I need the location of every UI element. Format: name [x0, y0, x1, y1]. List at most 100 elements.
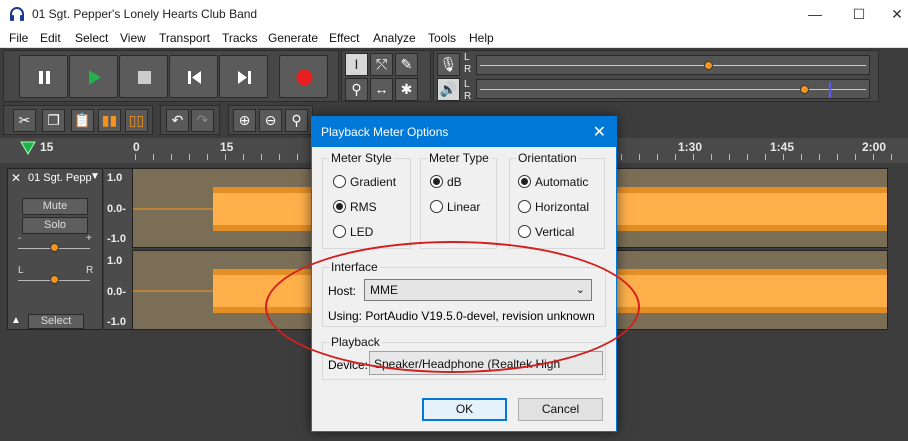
menu-tools[interactable]: Tools: [428, 31, 456, 45]
play-head-icon[interactable]: [20, 141, 36, 155]
menu-generate[interactable]: Generate: [268, 31, 318, 45]
playback-volume-slider[interactable]: [800, 85, 809, 94]
draw-tool[interactable]: ✎: [395, 53, 418, 76]
playback-meter-button[interactable]: 🔊: [437, 78, 460, 101]
host-select[interactable]: MME ⌄: [364, 279, 592, 301]
gain-slider-thumb[interactable]: [50, 243, 59, 252]
skip-to-end-button[interactable]: [219, 55, 268, 98]
trim-button[interactable]: ▮▮: [98, 109, 121, 132]
menu-edit[interactable]: Edit: [40, 31, 61, 45]
track-name-menu[interactable]: 01 Sgt. Pepp: [28, 172, 92, 184]
radio-gradient[interactable]: Gradient: [333, 175, 396, 189]
orientation-legend: Orientation: [518, 151, 577, 165]
track-close-button[interactable]: ✕: [11, 171, 21, 185]
scissors-icon: ✂: [18, 112, 31, 128]
radio-db[interactable]: dB: [430, 175, 462, 189]
stop-icon: [138, 71, 151, 84]
envelope-tool[interactable]: ⤲: [370, 53, 393, 76]
zoom-out-button[interactable]: ⊖: [259, 109, 282, 132]
pan-slider-thumb[interactable]: [50, 275, 59, 284]
play-meter-r: R: [464, 91, 472, 102]
menu-select[interactable]: Select: [75, 31, 108, 45]
record-volume-slider[interactable]: [704, 61, 713, 70]
track-control-panel: ✕ 01 Sgt. Pepp ▼ Mute Solo - + L R ▲ Sel…: [7, 168, 103, 330]
menu-file[interactable]: File: [9, 31, 28, 45]
meter-type-legend: Meter Type: [429, 151, 489, 165]
pause-button[interactable]: [19, 55, 68, 98]
radio-circle: [518, 225, 531, 238]
close-window-button[interactable]: ✕: [874, 0, 908, 29]
scale-label: -1.0: [107, 233, 126, 245]
select-track-button[interactable]: Select: [28, 314, 84, 329]
menu-tracks[interactable]: Tracks: [222, 31, 258, 45]
paste-button[interactable]: 📋: [71, 109, 94, 132]
zoom-tool[interactable]: ⚲: [345, 78, 368, 101]
copy-icon: ❐: [47, 112, 60, 128]
scale-label: 0.0-: [107, 286, 126, 298]
record-meter[interactable]: [476, 55, 870, 75]
trim-icon: ▮▮: [101, 112, 118, 128]
radio-circle: [333, 200, 346, 213]
radio-vertical[interactable]: Vertical: [518, 225, 574, 239]
i-beam-icon: I: [354, 56, 359, 72]
minimize-button[interactable]: —: [792, 0, 838, 29]
copy-button[interactable]: ❐: [42, 109, 65, 132]
host-value: MME: [370, 283, 398, 297]
selection-tool[interactable]: I: [345, 53, 368, 76]
menu-analyze[interactable]: Analyze: [373, 31, 416, 45]
menu-effect[interactable]: Effect: [329, 31, 359, 45]
redo-button[interactable]: ↷: [191, 109, 214, 132]
vertical-ruler: 1.0 0.0- -1.0 1.0 0.0- -1.0: [104, 168, 132, 330]
fit-selection-icon: ⚲: [291, 112, 302, 128]
track-menu-dropdown-icon[interactable]: ▼: [90, 171, 100, 182]
skip-to-start-button[interactable]: [169, 55, 218, 98]
menu-transport[interactable]: Transport: [159, 31, 210, 45]
ok-button[interactable]: OK: [422, 398, 507, 421]
radio-label: Vertical: [535, 225, 575, 239]
skip-end-icon: [238, 71, 251, 84]
cancel-button[interactable]: Cancel: [518, 398, 603, 421]
host-label: Host:: [328, 284, 357, 298]
gain-plus-label: +: [86, 233, 92, 244]
radio-rms[interactable]: RMS: [333, 200, 377, 214]
radio-circle: [333, 225, 346, 238]
device-label: Device:: [328, 358, 369, 372]
radio-linear[interactable]: Linear: [430, 200, 480, 214]
ruler-tick: 0: [133, 140, 140, 154]
ruler-tick: 2:00: [862, 140, 887, 154]
play-button[interactable]: [69, 55, 118, 98]
pencil-icon: ✎: [400, 56, 413, 72]
speaker-icon: 🔊: [439, 81, 458, 97]
zoom-in-button[interactable]: ⊕: [233, 109, 256, 132]
microphone-icon: 🎙: [439, 56, 458, 72]
envelope-icon: ⤲: [375, 56, 388, 72]
menu-help[interactable]: Help: [469, 31, 494, 45]
dialog-close-button[interactable]: ✕: [593, 122, 606, 142]
stop-button[interactable]: [119, 55, 168, 98]
pan-left-label: L: [18, 265, 24, 276]
radio-led[interactable]: LED: [333, 225, 373, 239]
record-meter-button[interactable]: 🎙: [437, 53, 460, 76]
multi-tool[interactable]: ✱: [395, 78, 418, 101]
collapse-track-icon[interactable]: ▲: [11, 315, 21, 326]
silence-button[interactable]: ▯▯: [125, 109, 148, 132]
mute-button[interactable]: Mute: [22, 198, 88, 215]
dialog-title-bar: Playback Meter Options ✕: [312, 117, 616, 147]
record-button[interactable]: [279, 55, 328, 98]
fit-selection-button[interactable]: ⚲: [285, 109, 308, 132]
menu-view[interactable]: View: [120, 31, 146, 45]
radio-horizontal[interactable]: Horizontal: [518, 200, 589, 214]
time-shift-tool[interactable]: ↔: [370, 78, 393, 101]
playback-meter-options-dialog: Playback Meter Options ✕ Meter Style Gra…: [311, 116, 617, 432]
edit-toolbar: ✂ ❐ 📋 ▮▮ ▯▯: [3, 105, 153, 135]
playback-meter[interactable]: [476, 79, 870, 99]
cut-button[interactable]: ✂: [13, 109, 36, 132]
ruler-tick: 1:30: [678, 140, 703, 154]
radio-circle: [430, 200, 443, 213]
undo-button[interactable]: ↶: [166, 109, 189, 132]
solo-button[interactable]: Solo: [22, 217, 88, 234]
record-icon: [296, 69, 313, 86]
chevron-down-icon: ⌄: [575, 284, 585, 296]
device-field: Speaker/Headphone (Realtek High: [369, 351, 603, 375]
radio-automatic[interactable]: Automatic: [518, 175, 588, 189]
